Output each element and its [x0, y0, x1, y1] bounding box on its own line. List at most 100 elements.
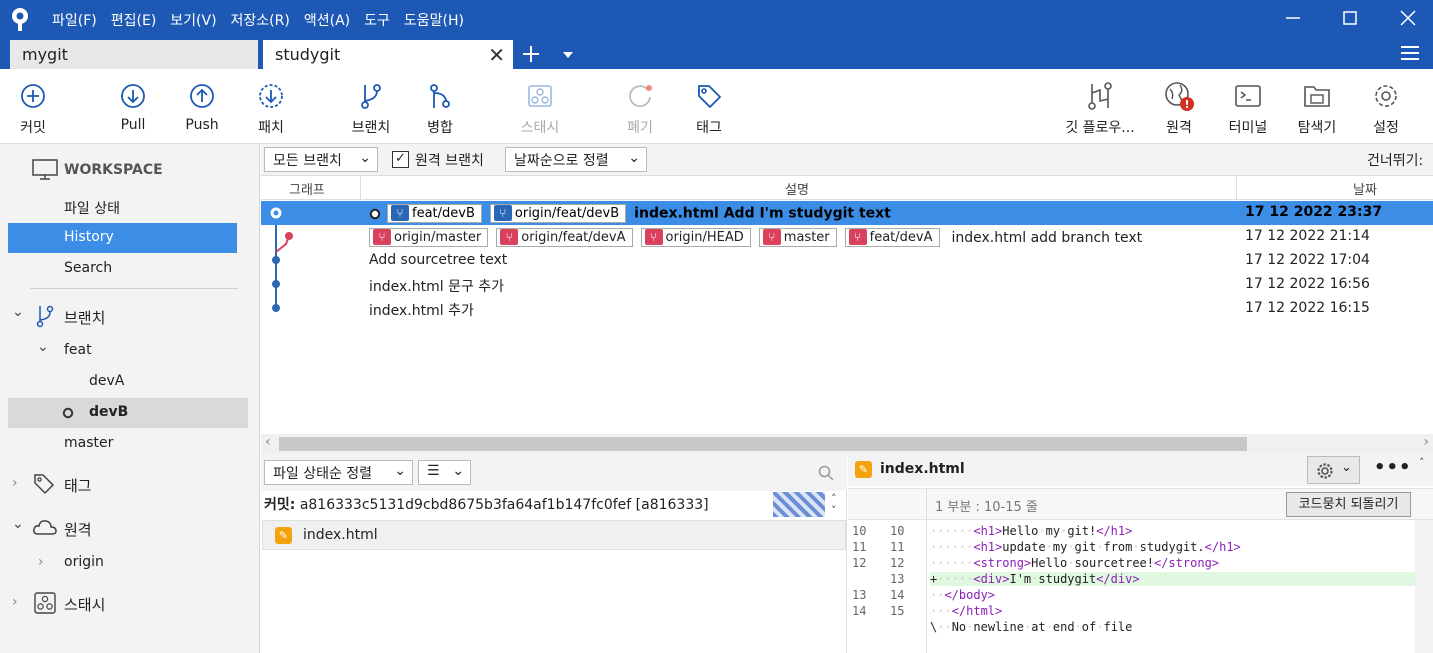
vertical-scrollbar[interactable] — [1415, 520, 1433, 653]
tab-mygit[interactable]: mygit — [10, 40, 258, 69]
tab-dropdown-icon[interactable] — [562, 51, 574, 59]
title-bar: 파일(F) 편집(E) 보기(V) 저장소(R) 액션(A) 도구 도움말(H) — [0, 0, 1433, 38]
menu-file[interactable]: 파일(F) — [52, 10, 97, 30]
git-flow-button[interactable]: 깃 플로우... — [1060, 81, 1140, 137]
commit-row[interactable]: index.html 추가 17 12 2022 16:15 — [261, 297, 1433, 321]
sidebar-item-devA[interactable]: devA — [0, 367, 248, 397]
file-sort-dropdown[interactable]: 파일 상태순 정렬 ⌄ — [264, 460, 413, 485]
hamburger-menu-icon[interactable] — [1400, 44, 1420, 62]
close-window-icon[interactable] — [1398, 8, 1418, 28]
branch-button[interactable]: 브랜치 — [336, 81, 406, 137]
commit-date: 17 12 2022 16:15 — [1245, 300, 1370, 316]
chevron-down-icon: ⌄ — [394, 463, 406, 479]
sidebar-item-history[interactable]: History — [8, 223, 237, 253]
main-panel: 모든 브랜치 ⌄ ✓ 원격 브랜치 날짜순으로 정렬 ⌄ 건너뛰기: 그래프 설명 … — [261, 144, 1433, 653]
new-tab-icon[interactable] — [522, 45, 540, 63]
chevron-right-icon[interactable]: › — [38, 554, 44, 570]
sort-date-dropdown[interactable]: 날짜순으로 정렬 ⌄ — [505, 147, 647, 172]
sidebar-divider — [30, 288, 238, 289]
branch-label-badge[interactable]: ⑂ origin/HEAD — [640, 228, 751, 247]
folder-icon — [1304, 86, 1330, 107]
avatar — [773, 492, 825, 517]
revert-hunk-button[interactable]: 코드뭉치 되돌리기 — [1286, 492, 1411, 517]
discard-button[interactable]: 폐기 — [605, 81, 675, 137]
feat-label: feat — [64, 342, 92, 358]
more-options-icon[interactable]: ••• — [1374, 457, 1412, 478]
chevron-up-icon[interactable]: ˄ — [1419, 456, 1425, 469]
remote-button[interactable]: ! 원격 — [1144, 81, 1214, 137]
menu-view[interactable]: 보기(V) — [170, 10, 216, 30]
minimize-icon[interactable] — [1283, 8, 1303, 28]
close-tab-icon[interactable]: ✕ — [488, 43, 505, 67]
branch-label-badge[interactable]: ⑂ origin/master — [369, 228, 489, 247]
sidebar-item-origin[interactable]: › origin — [0, 548, 248, 578]
commit-row[interactable]: Add sourcetree text 17 12 2022 17:04 — [261, 249, 1433, 273]
search-icon[interactable] — [818, 465, 834, 481]
menu-actions[interactable]: 액션(A) — [304, 10, 350, 30]
pull-button[interactable]: Pull — [98, 81, 168, 133]
sidebar-section-remotes[interactable]: ⌄ 원격 — [0, 513, 248, 543]
view-mode-dropdown[interactable]: ☰ ⌄ — [418, 460, 471, 485]
workspace-header: WORKSPACE — [0, 156, 248, 186]
horizontal-scrollbar[interactable]: ‹ › — [261, 434, 1433, 454]
scrollbar-thumb[interactable] — [279, 437, 1247, 451]
sidebar-section-stashes[interactable]: › 스태시 — [0, 588, 248, 618]
file-list-item[interactable]: ✎ index.html — [262, 520, 846, 550]
menu-help[interactable]: 도움말(H) — [404, 10, 464, 30]
menu-repository[interactable]: 저장소(R) — [231, 10, 290, 30]
sidebar-item-devB[interactable]: devB — [8, 398, 248, 428]
commit-row[interactable]: index.html 문구 추가 17 12 2022 16:56 — [261, 273, 1433, 297]
commit-row[interactable]: ⑂ origin/master ⑂ origin/feat/devA ⑂ origin/H… — [261, 225, 1433, 249]
scroll-right-icon[interactable]: › — [1423, 434, 1429, 450]
sidebar-section-branches[interactable]: ⌄ 브랜치 — [0, 301, 248, 331]
push-button[interactable]: Push — [167, 81, 237, 133]
tag-icon — [34, 474, 55, 495]
graph-column-header[interactable]: 그래프 — [289, 179, 325, 198]
chevron-down-icon[interactable]: ⌄ — [12, 516, 24, 532]
branch-label-badge[interactable]: ⑂ feat/devA — [844, 228, 940, 247]
sidebar-section-tags[interactable]: › 태그 — [0, 469, 248, 499]
description-column-header[interactable]: 설명 — [785, 179, 809, 198]
chevron-down-icon[interactable]: ˅ — [831, 504, 837, 517]
menu-edit[interactable]: 편집(E) — [111, 10, 157, 30]
all-branches-dropdown[interactable]: 모든 브랜치 ⌄ — [264, 147, 378, 172]
label-text: feat/devB — [412, 206, 475, 221]
commit-message: index.html Add I'm studygit text — [634, 205, 891, 222]
branch-label-badge[interactable]: ⑂ origin/feat/devB — [489, 204, 627, 223]
explorer-button[interactable]: 탐색기 — [1282, 81, 1352, 137]
diff-options-dropdown[interactable]: ⌄ — [1307, 456, 1360, 484]
branch-label-badge[interactable]: ⑂ origin/feat/devA — [496, 228, 633, 247]
chevron-right-icon[interactable]: › — [12, 594, 18, 610]
patch-button[interactable]: 패치 — [236, 81, 306, 137]
stash-button[interactable]: 스태시 — [505, 81, 575, 137]
branch-label-badge[interactable]: ⑂ feat/devB — [387, 204, 482, 223]
tab-studygit[interactable]: studygit ✕ — [263, 40, 513, 69]
settings-button[interactable]: 설정 — [1351, 81, 1421, 137]
diff-line: 10 10 ······<h1>Hello·my·git!</h1> — [852, 524, 1133, 538]
sidebar-folder-feat[interactable]: ⌄ feat — [0, 336, 248, 366]
branch-label-badge[interactable]: ⑂ master — [758, 228, 837, 247]
merge-button[interactable]: 병합 — [405, 81, 475, 137]
branch-label: devA — [89, 373, 125, 389]
terminal-button[interactable]: 터미널 — [1213, 81, 1283, 137]
arrow-up-circle-icon — [190, 84, 214, 108]
sidebar-item-file-status[interactable]: 파일 상태 — [0, 192, 248, 222]
sidebar-item-master[interactable]: master — [0, 429, 248, 459]
hunk-header: 1 부분 : 10-15 줄 코드뭉치 되돌리기 — [848, 488, 1433, 521]
commit-button[interactable]: 커밋 — [0, 81, 68, 137]
scroll-left-icon[interactable]: ‹ — [265, 434, 271, 450]
chevron-down-icon[interactable]: ⌄ — [37, 339, 49, 355]
menu-tools[interactable]: 도구 — [364, 10, 390, 30]
sidebar-item-search[interactable]: Search — [0, 254, 248, 284]
date-column-header[interactable]: 날짜 — [1353, 179, 1377, 198]
files-toolbar: 파일 상태순 정렬 ⌄ ☰ ⌄ — [261, 454, 847, 491]
workspace-label: WORKSPACE — [64, 162, 163, 178]
chevron-down-icon[interactable]: ⌄ — [12, 304, 24, 320]
maximize-icon[interactable] — [1340, 8, 1360, 28]
list-icon: ☰ — [427, 463, 440, 479]
remote-branches-checkbox[interactable]: ✓ — [392, 151, 409, 168]
chevron-right-icon[interactable]: › — [12, 475, 18, 491]
svg-text:!: ! — [1184, 98, 1189, 111]
tag-button[interactable]: 태그 — [674, 81, 744, 137]
commit-row[interactable]: ⑂ feat/devB ⑂ origin/feat/devB index.html Ad… — [261, 201, 1433, 225]
